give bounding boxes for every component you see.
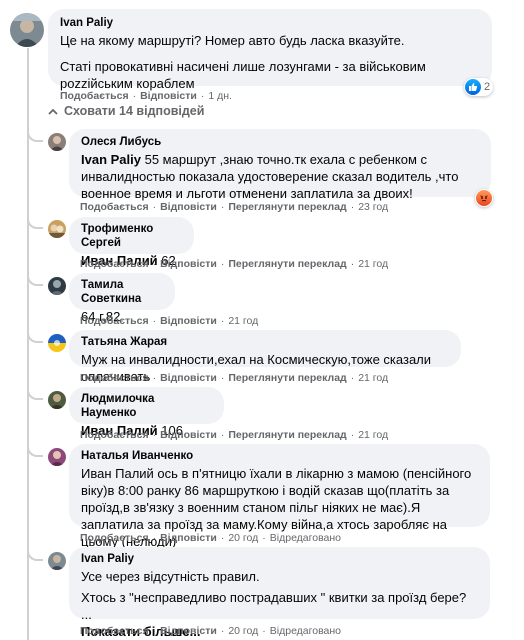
reply-author[interactable]: Людмилочка Науменко [81,392,212,420]
like-button[interactable]: Подобається [60,90,129,102]
reply-bubble: Татьяна Жарая Муж на инвалидности,ехал н… [69,330,461,384]
see-translation-button[interactable]: Переглянути переклад [228,258,346,270]
timestamp[interactable]: 21 год [358,372,388,384]
reply-bubble: Олеся Либусь Ivan Paliy 55 маршрут ,знаю… [69,129,491,201]
reply-button[interactable]: Відповісти [160,372,217,384]
reactions-summary[interactable] [475,189,493,207]
thread-connector [27,272,43,286]
avatar-tatiana[interactable] [48,334,66,352]
reply-author[interactable]: Наталья Иванченко [81,449,478,463]
comment-text: Це на якому маршруті? Номер авто будь ла… [60,33,405,48]
reply-author[interactable]: Татьяна Жарая [81,335,449,349]
reaction-count: 2 [484,81,491,93]
reply-author[interactable]: Тамила Советкина [81,278,163,306]
see-translation-button[interactable]: Переглянути переклад [228,372,346,384]
avatar-trofymenko[interactable] [48,220,66,238]
avatar-ivan-paliy[interactable] [10,13,44,47]
avatar-natalia[interactable] [48,448,66,466]
like-button[interactable]: Подобається [80,625,149,637]
mention-link[interactable]: Ivan Paliy [81,152,141,167]
reply-text: Усе через відсутність правил. [81,569,260,584]
thread-connector [27,329,43,343]
hide-replies-label: Сховати 14 відповідей [64,104,205,118]
timestamp[interactable]: 1 дн. [208,90,232,102]
thread-connector [27,443,43,457]
chevron-up-icon [48,104,58,118]
reply-button[interactable]: Відповісти [160,625,217,637]
edited-label: Відредаговано [269,532,342,544]
reply-actions: Подобається · Відповісти · Переглянути перек… [80,429,389,441]
reply-bubble: Наталья Иванченко Иван Палий ось в п'ятн… [69,444,490,549]
comment-actions: Подобається · Відповісти · 1 дн. [60,90,232,102]
reply-bubble: Трофименко Сергей Иван Палий 62 и 88 [69,217,194,285]
edited-label: Відредаговано [269,625,342,637]
avatar-tamila[interactable] [48,277,66,295]
reply-button[interactable]: Відповісти [160,315,217,327]
reply-text: Ivan Paliy 55 маршрут ,знаю точно.тк еха… [81,152,459,201]
reply-actions: Подобається · Відповісти · Переглянути перек… [80,372,389,384]
avatar-olesia[interactable] [48,133,66,151]
thread-connector [27,386,43,400]
avatar-ivan-paliy-reply[interactable] [48,552,66,570]
reply-text-paragraph-2: Хтось з "несправедливо пострадавших " кв… [81,590,467,622]
reply-actions: Подобається · Відповісти · 20 год · Відредагов… [80,625,342,637]
reply-button[interactable]: Відповісти [160,429,217,441]
reply-button[interactable]: Відповісти [140,90,197,102]
avatar-liudmylochka[interactable] [48,391,66,409]
reactions-summary[interactable]: 2 [464,78,494,96]
reply-bubble: Людмилочка Науменко Иван Палий 106 маршр… [69,387,224,455]
see-translation-button[interactable]: Переглянути переклад [228,201,346,213]
reply-author[interactable]: Ivan Paliy [81,552,478,566]
reply-button[interactable]: Відповісти [160,532,217,544]
comment-text-paragraph-2: Статі провокативні насичені лише лозунга… [60,59,426,91]
timestamp[interactable]: 21 год [358,429,388,441]
thread-connector [27,547,43,561]
timestamp[interactable]: 20 год [228,532,258,544]
thread-connector [27,215,43,229]
like-button[interactable]: Подобається [80,429,149,441]
see-translation-button[interactable]: Переглянути переклад [228,429,346,441]
reply-actions: Подобається · Відповісти · Переглянути перек… [80,258,389,270]
comment-author[interactable]: Ivan Paliy [60,16,480,30]
reply-author[interactable]: Трофименко Сергей [81,222,182,250]
like-button[interactable]: Подобається [80,201,149,213]
reply-bubble: Тамила Советкина 64 г,82 [69,273,175,324]
like-button[interactable]: Подобається [80,258,149,270]
reply-actions: Подобається · Відповісти · 21 год [80,315,259,327]
reply-button[interactable]: Відповісти [160,201,217,213]
reply-button[interactable]: Відповісти [160,258,217,270]
comment-bubble-main: Ivan Paliy Це на якому маршруті? Номер а… [48,9,492,91]
timestamp[interactable]: 21 год [358,258,388,270]
like-button[interactable]: Подобається [80,315,149,327]
like-button[interactable]: Подобається [80,372,149,384]
timestamp[interactable]: 20 год [228,625,258,637]
reply-actions: Подобається · Відповісти · Переглянути перек… [80,201,389,213]
like-reaction-icon [465,79,481,95]
timestamp[interactable]: 23 год [358,201,388,213]
reply-actions: Подобається · Відповісти · 20 год · Відредагов… [80,532,342,544]
hide-replies-button[interactable]: Сховати 14 відповідей [48,104,204,118]
reply-author[interactable]: Олеся Либусь [81,135,479,149]
thread-connector [27,128,43,142]
like-button[interactable]: Подобається [80,532,149,544]
timestamp[interactable]: 21 год [228,315,258,327]
reply-bubble: Ivan Paliy Усе через відсутність правил.… [69,547,490,639]
angry-face-icon [476,190,492,206]
